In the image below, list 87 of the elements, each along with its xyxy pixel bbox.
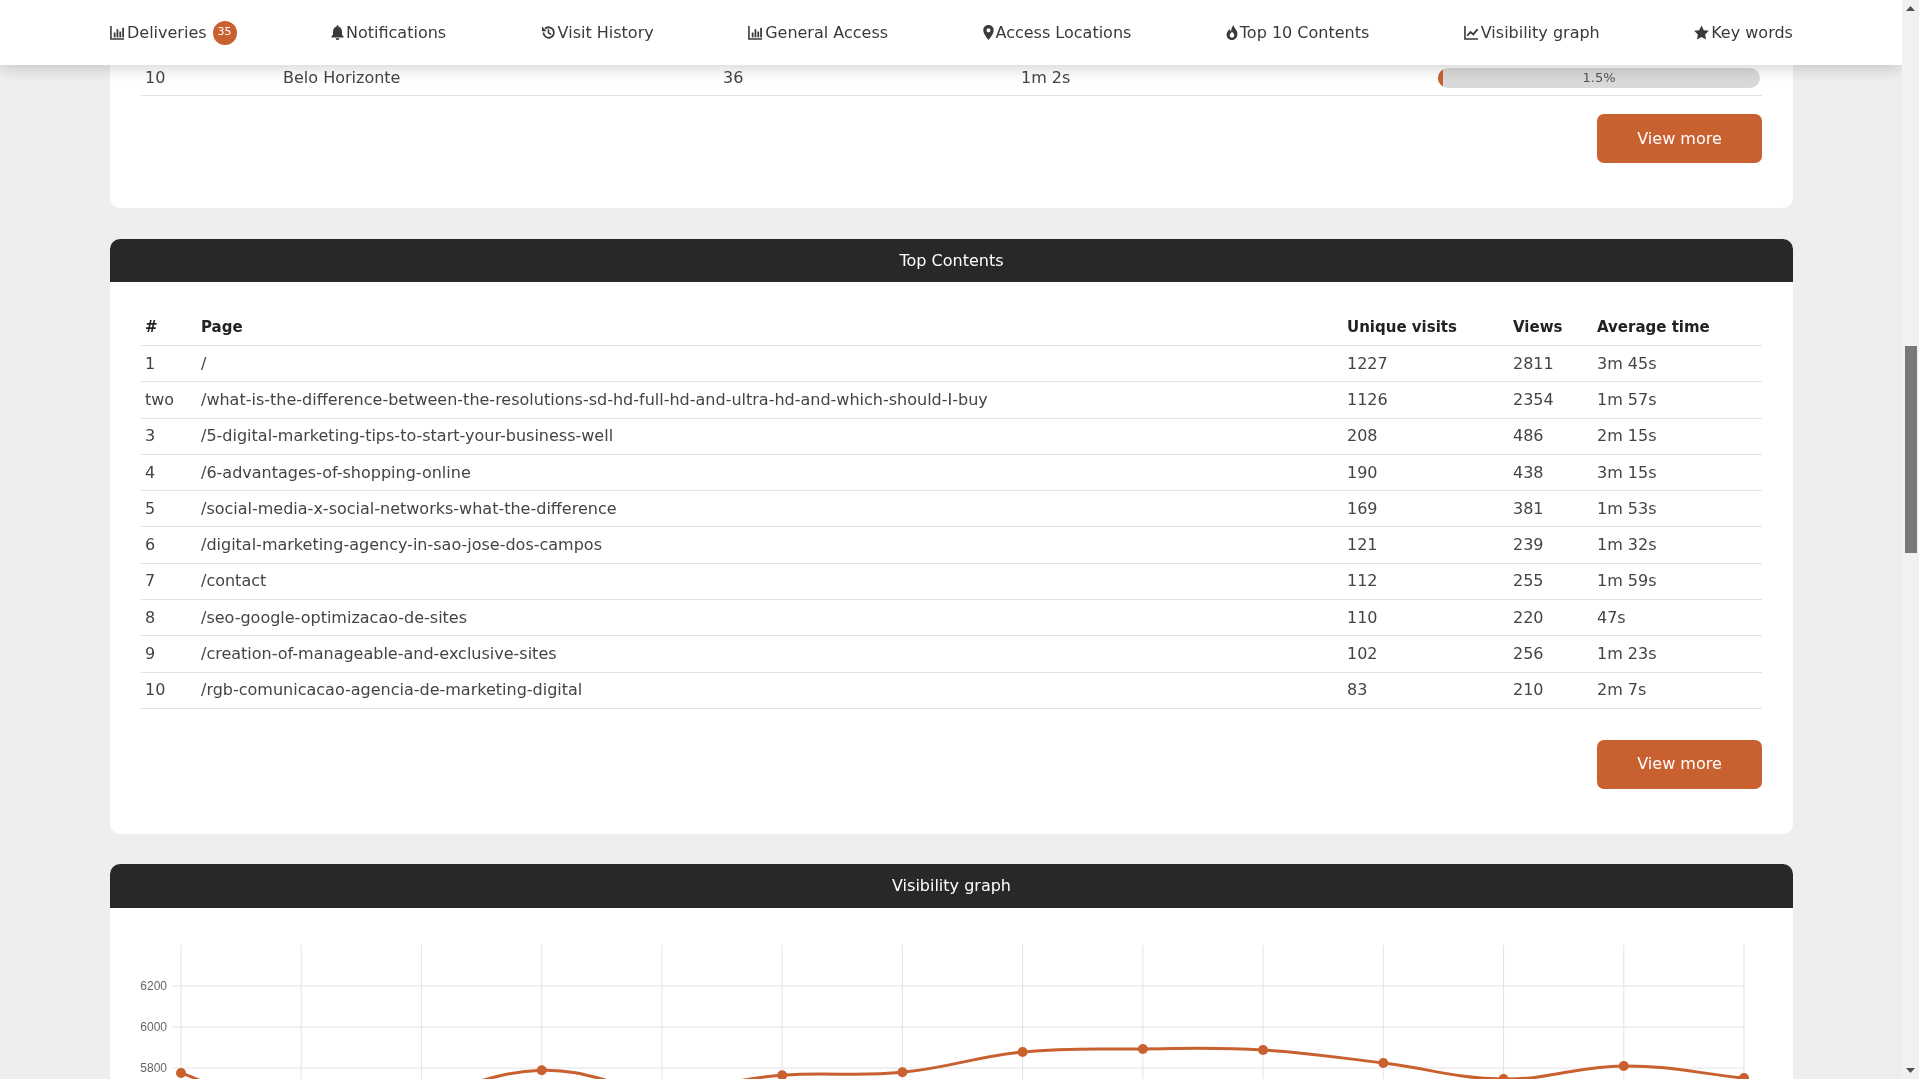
table-cell-text: 220 [1513,606,1544,629]
table-cell-text: 8 [145,606,156,629]
column-header: Unique visits [1347,317,1457,339]
table-cell-text: /contact [201,570,267,593]
table-cell-text: /rgb-comunicacao-agencia-de-marketing-digital [201,679,583,702]
column-header: Average time [1597,317,1710,339]
table-cell-text: /social-media-x-social-networks-what-the-difference [201,497,617,520]
nav-link[interactable]: Key words [1694,18,1793,47]
star-icon [1694,25,1710,40]
table-cell-text: 2m 7s [1597,679,1647,702]
nav-link[interactable]: Notifications [331,18,447,47]
table-cell-text: 381 [1513,497,1544,520]
scroll-down-icon[interactable] [1906,1068,1915,1073]
bar-chart-icon [748,25,764,40]
table-cell-text: 1 [145,352,156,375]
table-cell-text: 36 [723,66,744,89]
table-cell-text: 169 [1347,497,1378,520]
table-cell-text: Belo Horizonte [283,66,401,89]
column-header: # [145,317,158,339]
table-cell-text: 255 [1513,570,1544,593]
progress-label: 1.5% [1582,68,1616,87]
bar-chart-icon [110,25,125,40]
view-more-button[interactable]: View more [1597,739,1762,789]
flame-icon [1225,25,1238,40]
table-cell-text: 6 [145,534,156,557]
line-chart-icon [1463,25,1479,40]
table-cell-text: 10 [145,679,166,702]
section-header: Visibility graph [110,863,1793,908]
table-cell-text: 4 [145,461,156,484]
table-cell-text: /seo-google-optimizacao-de-sites [201,606,468,629]
table-cell-text: 256 [1513,643,1544,665]
column-header: Views [1513,317,1563,339]
table-cell-text: two [145,388,175,411]
nav-link[interactable]: Visit History [540,18,654,47]
table-cell-text: 1m 57s [1597,388,1657,411]
table-cell-text: 208 [1347,425,1378,448]
table-cell-text: 2m 15s [1597,425,1657,448]
map-pin-icon [982,25,994,40]
view-more-button[interactable]: View more [1597,114,1762,163]
table-cell-text: 239 [1513,534,1544,557]
nav-link[interactable]: General Access [748,18,889,47]
table-cell-text: 102 [1347,643,1378,665]
table-cell-text: 110 [1347,606,1378,629]
table-cell-text: 190 [1347,461,1378,484]
table-cell-text: 1m 59s [1597,570,1657,593]
table-cell-text: 112 [1347,570,1378,593]
scroll-up-icon[interactable] [1906,6,1915,11]
table-cell-text: 1m 23s [1597,643,1657,665]
table-cell-text: 3m 45s [1597,352,1657,375]
table-cell-text: 47s [1597,606,1626,629]
table-cell-text: / [201,352,207,375]
axis-label: 6200 [140,978,167,993]
scrollbar-thumb[interactable] [1905,346,1917,553]
table-cell-text: 9 [145,643,156,665]
table-cell-text: 1m 2s [1021,66,1071,89]
table-cell-text: 1m 32s [1597,534,1657,557]
table-cell-text: /digital-marketing-agency-in-sao-jose-dos-campos [201,534,602,557]
table-cell-text: 210 [1513,679,1544,702]
table-cell-text: /what-is-the-difference-between-the-resolutions-sd-hd-full-hd-and-ultra-hd-and-which-should-I-buy [201,388,988,411]
axis-label: 6000 [140,1019,167,1034]
table-cell-text: 3 [145,425,156,448]
table-cell-text: 2354 [1513,388,1554,411]
nav-link[interactable]: Top 10 Contents [1225,18,1370,47]
table-cell-text: 83 [1347,679,1368,702]
column-header: Page [201,317,243,339]
axis-label: 5800 [140,1060,167,1075]
section-header: Top Contents [110,239,1793,282]
bell-icon [331,25,344,40]
table-cell-text: 1126 [1347,388,1388,411]
table-cell-text: 7 [145,570,156,593]
table-cell-text: /6-advantages-of-shopping-online [201,461,471,484]
nav-link[interactable]: Access Locations [982,18,1132,47]
table-cell-text: 5 [145,497,156,520]
count-badge: 35 [212,20,237,45]
table-cell-text: 10 [145,66,166,89]
table-cell-text: /creation-of-manageable-and-exclusive-sites [201,643,557,665]
table-cell-text: 486 [1513,425,1544,448]
table-cell-text: 3m 15s [1597,461,1657,484]
table-cell-text: 1m 53s [1597,497,1657,520]
table-cell-text: 438 [1513,461,1544,484]
nav-link[interactable]: Visibility graph [1463,18,1600,47]
nav-link[interactable]: Deliveries 35 [110,18,237,47]
table-cell-text: 2811 [1513,352,1554,375]
table-cell-text: 1227 [1347,352,1388,375]
table-cell-text: /5-digital-marketing-tips-to-start-your-business-well [201,425,614,448]
table-cell-text: 121 [1347,534,1378,557]
history-icon [540,25,556,40]
